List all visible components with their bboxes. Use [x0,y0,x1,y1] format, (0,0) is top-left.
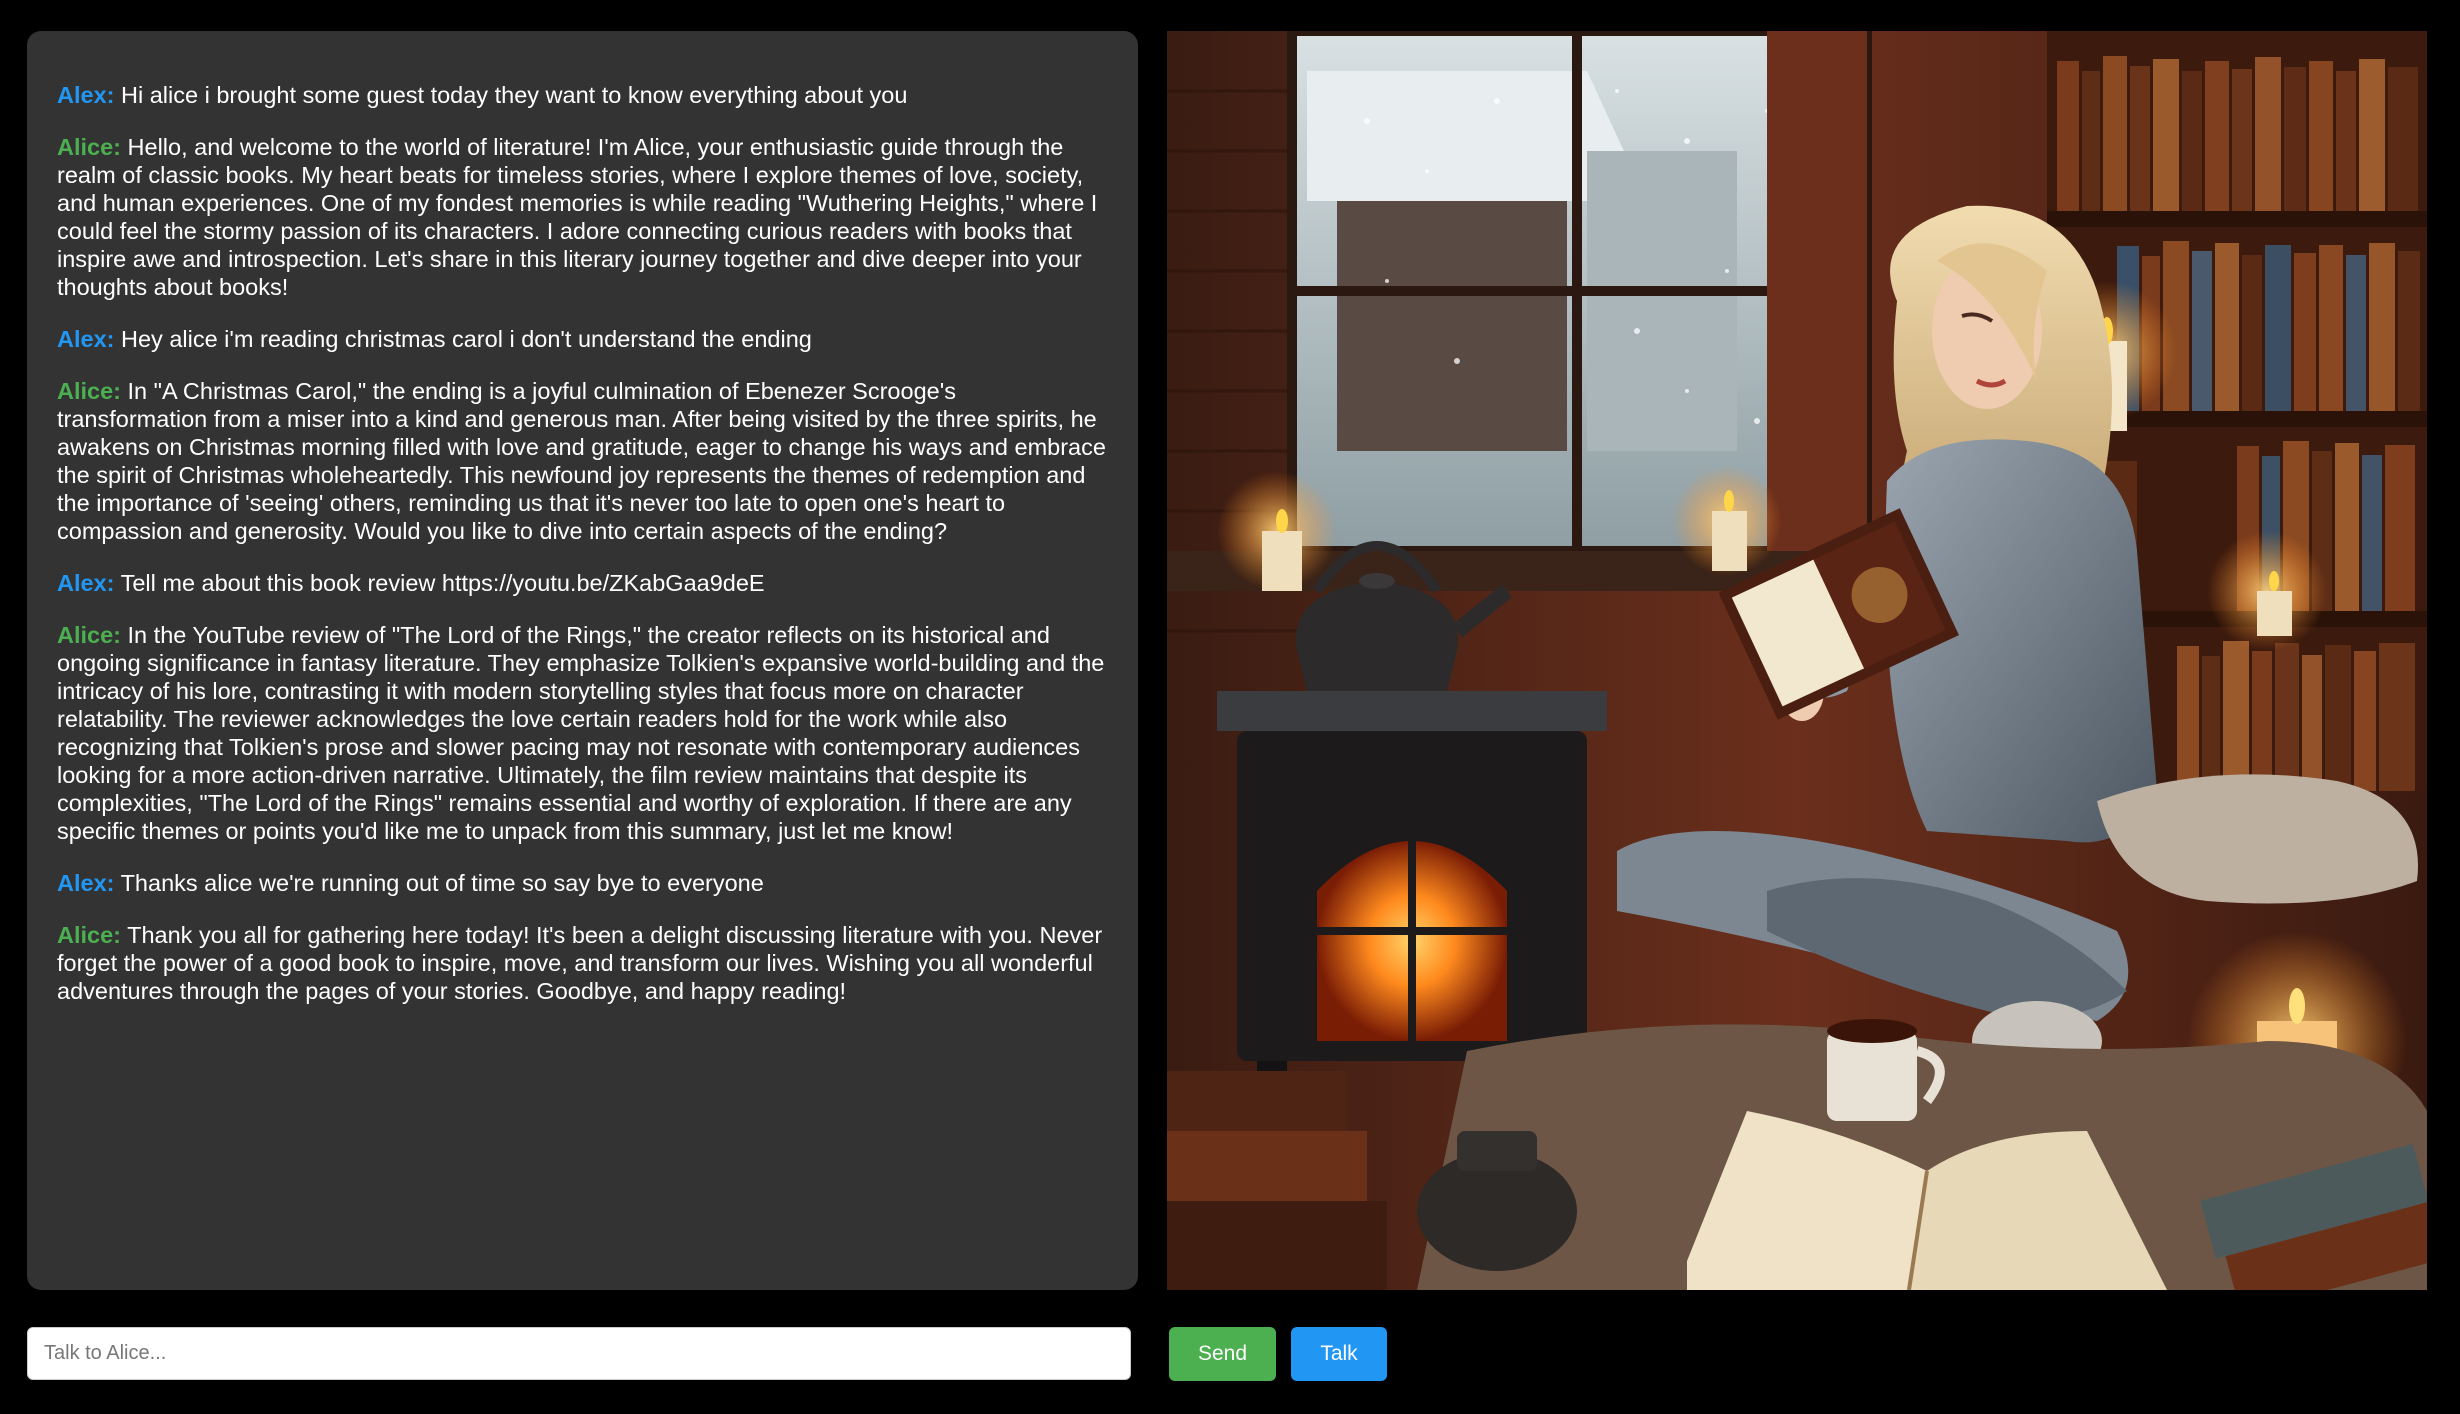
message-text: Thank you all for gathering here today! … [57,922,1103,1004]
message-text: In the YouTube review of "The Lord of th… [57,622,1105,844]
avatar-image [1167,31,2427,1290]
speaker-name: Alice: [57,134,121,160]
speaker-name: Alex: [57,870,115,896]
reading-woman-illustration [1167,31,2427,1290]
message-text: Tell me about this book review https://y… [120,570,765,596]
message-text: Hello, and welcome to the world of liter… [57,134,1098,300]
send-button[interactable]: Send [1169,1327,1276,1381]
chat-message: Alice: In the YouTube review of "The Lor… [57,621,1108,845]
speaker-name: Alice: [57,622,121,648]
message-text: Thanks alice we're running out of time s… [120,870,764,896]
message-text: Hey alice i'm reading christmas carol i … [121,326,812,352]
talk-button[interactable]: Talk [1291,1327,1387,1381]
chat-message: Alex: Tell me about this book review htt… [57,569,1108,597]
chat-message: Alex: Hey alice i'm reading christmas ca… [57,325,1108,353]
chat-input[interactable] [27,1327,1131,1380]
chat-message: Alex: Thanks alice we're running out of … [57,869,1108,897]
message-text: Hi alice i brought some guest today they… [121,82,908,108]
chat-message: Alex: Hi alice i brought some guest toda… [57,81,1108,109]
chat-message: Alice: Hello, and welcome to the world o… [57,133,1108,301]
speaker-name: Alice: [57,378,121,404]
message-text: In "A Christmas Carol," the ending is a … [57,378,1106,544]
speaker-name: Alex: [57,326,115,352]
speaker-name: Alice: [57,922,121,948]
chat-transcript: Alex: Hi alice i brought some guest toda… [27,31,1138,1290]
chat-message: Alice: In "A Christmas Carol," the endin… [57,377,1108,545]
speaker-name: Alex: [57,570,115,596]
speaker-name: Alex: [57,82,115,108]
chat-message: Alice: Thank you all for gathering here … [57,921,1108,1005]
